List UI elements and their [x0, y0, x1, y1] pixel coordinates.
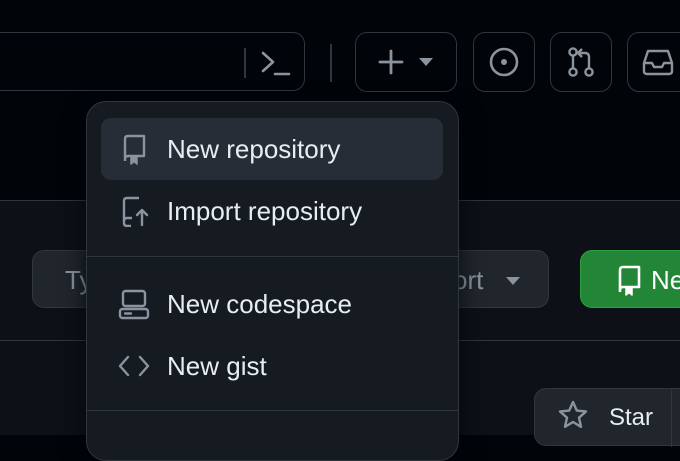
- terminal-icon[interactable]: [260, 48, 292, 78]
- repo-push-icon: [117, 194, 151, 228]
- menu-item-label: New gist: [167, 350, 267, 381]
- pull-requests-button[interactable]: [550, 32, 612, 92]
- git-pull-request-icon: [568, 47, 594, 77]
- inbox-icon: [642, 49, 674, 76]
- repo-icon: [618, 265, 641, 296]
- code-icon: [117, 349, 151, 383]
- new-button-label: Ne: [651, 265, 680, 295]
- menu-divider: [87, 256, 458, 257]
- menu-divider: [87, 410, 458, 411]
- inbox-button[interactable]: [627, 32, 680, 92]
- star-label: Star: [609, 404, 654, 431]
- codespaces-icon: [117, 287, 151, 321]
- menu-item-new-codespace[interactable]: New codespace: [101, 273, 443, 335]
- menu-item-new-repository[interactable]: New repository: [101, 118, 443, 180]
- menu-item-label: New codespace: [167, 288, 352, 319]
- star-button-split: [671, 389, 672, 447]
- header-separator: [330, 44, 332, 82]
- issues-button[interactable]: [473, 32, 535, 92]
- triangle-down-icon: [419, 58, 433, 66]
- menu-item-label: Import repository: [167, 195, 363, 226]
- star-button[interactable]: Star: [534, 388, 680, 447]
- new-repository-button[interactable]: Ne: [580, 250, 680, 308]
- menu-item-import-repository[interactable]: Import repository: [101, 180, 443, 242]
- issue-opened-icon: [489, 47, 519, 77]
- repo-icon: [117, 132, 151, 166]
- create-new-button[interactable]: [355, 32, 457, 92]
- star-icon: [558, 400, 588, 428]
- plus-icon: [378, 49, 404, 75]
- triangle-down-icon: [506, 277, 520, 285]
- menu-item-label: New repository: [167, 133, 341, 164]
- create-new-menu: New repository Import repository New cod…: [86, 101, 459, 461]
- search-separator: [244, 48, 246, 78]
- menu-item-new-gist[interactable]: New gist: [101, 335, 443, 397]
